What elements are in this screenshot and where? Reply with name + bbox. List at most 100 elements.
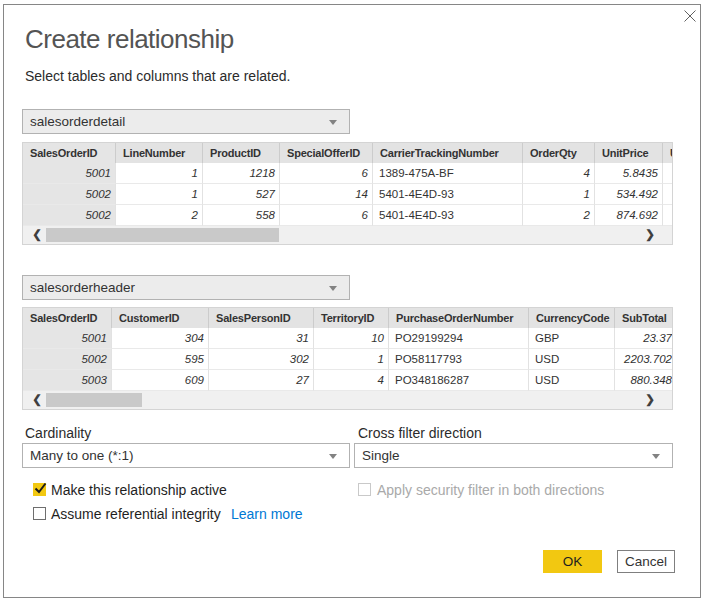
table-cell: 1389-475A-BF [373, 163, 523, 184]
scroll-right-icon[interactable]: ❯ [642, 226, 658, 244]
table-cell: 595 [112, 349, 209, 370]
column-header[interactable]: SubTotal [615, 308, 673, 328]
chevron-down-icon [329, 454, 337, 459]
table-cell: 4 [523, 163, 595, 184]
column-header[interactable]: UnitPrice [595, 143, 663, 163]
cardinality-label: Cardinality [25, 425, 91, 441]
table-cell: USD [529, 370, 615, 391]
table-cell: 14 [280, 184, 373, 205]
column-header[interactable]: CustomerID [112, 308, 209, 328]
cross-filter-value: Single [362, 448, 400, 463]
scrollbar-thumb[interactable] [46, 393, 142, 407]
table-cell: 5001 [23, 328, 112, 349]
chevron-down-icon [329, 120, 337, 125]
table-cell: USD [529, 349, 615, 370]
table-cell [663, 163, 673, 184]
scrollbar-thumb[interactable] [46, 228, 279, 242]
column-header[interactable]: PurchaseOrderNumber [389, 308, 529, 328]
chevron-down-icon [329, 286, 337, 291]
table-cell: 6 [280, 163, 373, 184]
table-cell: 609 [112, 370, 209, 391]
table-row: 50011121861389-475A-BF45.8435 [23, 163, 673, 184]
table-cell: 1 [116, 184, 203, 205]
column-header[interactable]: SalesPersonID [209, 308, 314, 328]
table-cell: 5001 [23, 163, 116, 184]
scroll-left-icon[interactable]: ❮ [29, 391, 45, 409]
scroll-right-icon[interactable]: ❯ [642, 391, 658, 409]
ok-button[interactable]: OK [543, 550, 602, 573]
column-header[interactable]: TerritoryID [314, 308, 389, 328]
table-cell: GBP [529, 328, 615, 349]
table-row: 50025953021PO58117793USD2203.702 [23, 349, 673, 370]
table-cell: 5002 [23, 184, 116, 205]
table-cell: 558 [203, 205, 280, 226]
table-cell: 1 [314, 349, 389, 370]
table-cell: 5401-4E4D-93 [373, 184, 523, 205]
table-cell: PO58117793 [389, 349, 529, 370]
table-cell: 1 [116, 163, 203, 184]
apply-security-filter-checkbox [358, 483, 371, 496]
cross-filter-label: Cross filter direction [358, 425, 482, 441]
table2-selector-value: salesorderheader [30, 280, 135, 295]
table-cell: 5.8435 [595, 163, 663, 184]
table1-preview: SalesOrderIDLineNumberProductIDSpecialOf… [22, 142, 673, 245]
column-header[interactable]: SpecialOfferID [280, 143, 373, 163]
column-header[interactable]: U [663, 143, 673, 163]
horizontal-scrollbar[interactable]: ❮ ❯ [23, 226, 672, 244]
assume-referential-integrity-checkbox[interactable] [33, 507, 46, 520]
table-cell: 27 [209, 370, 314, 391]
table-cell [663, 205, 673, 226]
check-icon [33, 481, 48, 496]
apply-security-filter-label: Apply security filter in both directions [377, 482, 604, 498]
dialog-subtitle: Select tables and columns that are relat… [25, 68, 290, 84]
table-cell: 2 [523, 205, 595, 226]
cross-filter-dropdown[interactable]: Single [354, 443, 673, 468]
table-row: 5003609274PO348186287USD880.348 [23, 370, 673, 391]
make-relationship-active-label: Make this relationship active [51, 482, 227, 498]
table-cell: 4 [314, 370, 389, 391]
table-cell: PO29199294 [389, 328, 529, 349]
table2-preview: SalesOrderIDCustomerIDSalesPersonIDTerri… [22, 307, 673, 410]
learn-more-link[interactable]: Learn more [231, 506, 303, 522]
close-icon[interactable] [683, 9, 697, 23]
column-header[interactable]: OrderQty [523, 143, 595, 163]
table-cell: 874.692 [595, 205, 663, 226]
table-cell: 31 [209, 328, 314, 349]
create-relationship-dialog: Create relationship Select tables and co… [3, 4, 701, 598]
dialog-title: Create relationship [25, 24, 234, 55]
cardinality-dropdown[interactable]: Many to one (*:1) [22, 443, 350, 468]
table2-selector-dropdown[interactable]: salesorderheader [22, 275, 350, 300]
table-header-row: SalesOrderIDCustomerIDSalesPersonIDTerri… [23, 308, 673, 328]
assume-referential-integrity-label: Assume referential integrity [51, 506, 221, 522]
table-cell: 2 [116, 205, 203, 226]
table-cell: 527 [203, 184, 280, 205]
cancel-button[interactable]: Cancel [617, 550, 675, 573]
table-cell: 5002 [23, 349, 112, 370]
column-header[interactable]: ProductID [203, 143, 280, 163]
column-header[interactable]: CurrencyCode [529, 308, 615, 328]
table-cell: 1 [523, 184, 595, 205]
table-cell: 5401-4E4D-93 [373, 205, 523, 226]
scroll-left-icon[interactable]: ❮ [29, 226, 45, 244]
table-header-row: SalesOrderIDLineNumberProductIDSpecialOf… [23, 143, 673, 163]
table1-selector-value: salesorderdetail [30, 114, 125, 129]
table-row: 50021527145401-4E4D-931534.492 [23, 184, 673, 205]
column-header[interactable]: SalesOrderID [23, 308, 112, 328]
column-header[interactable]: CarrierTrackingNumber [373, 143, 523, 163]
table-cell: 304 [112, 328, 209, 349]
column-header[interactable]: LineNumber [116, 143, 203, 163]
table-cell: 23.37 [615, 328, 673, 349]
table-cell [663, 184, 673, 205]
chevron-down-icon [652, 454, 660, 459]
table-cell: 6 [280, 205, 373, 226]
table-cell: 880.348 [615, 370, 673, 391]
table-cell: 5003 [23, 370, 112, 391]
table-row: 5002255865401-4E4D-932874.692 [23, 205, 673, 226]
table-cell: 2203.702 [615, 349, 673, 370]
table-cell: 5002 [23, 205, 116, 226]
table1-selector-dropdown[interactable]: salesorderdetail [22, 109, 350, 134]
horizontal-scrollbar[interactable]: ❮ ❯ [23, 391, 672, 409]
column-header[interactable]: SalesOrderID [23, 143, 116, 163]
make-relationship-active-checkbox[interactable] [33, 483, 46, 496]
table-cell: 10 [314, 328, 389, 349]
